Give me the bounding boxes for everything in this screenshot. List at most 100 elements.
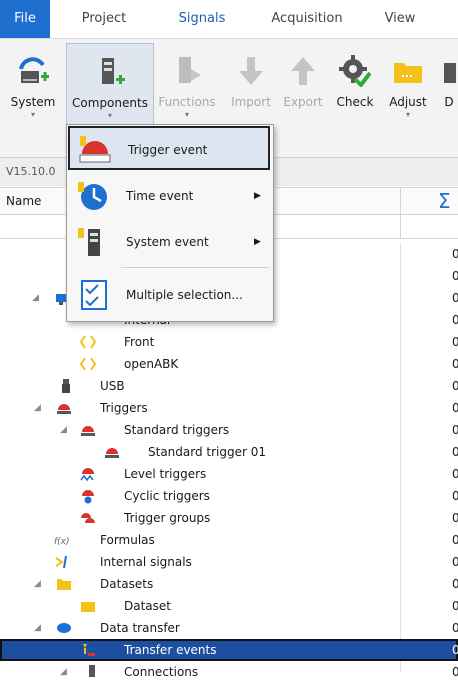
menu-separator bbox=[121, 267, 269, 268]
functions-button[interactable]: Functions ▾ bbox=[154, 43, 220, 129]
menu-item-time-event[interactable]: Time event ▶ bbox=[68, 174, 270, 218]
expander-icon[interactable]: ◢ bbox=[34, 617, 41, 639]
adjust-button[interactable]: Adjust ▾ bbox=[382, 43, 434, 129]
tab-view[interactable]: View bbox=[372, 0, 428, 38]
system-label: System bbox=[10, 95, 56, 109]
expander-icon[interactable]: ◢ bbox=[60, 661, 67, 683]
list-item[interactable]: ◢ Standard triggers 0 bbox=[0, 419, 458, 441]
chevron-down-icon: ▾ bbox=[405, 110, 410, 119]
list-item[interactable]: ◢ Datasets 0 bbox=[0, 573, 458, 595]
tab-acquisition[interactable]: Acquisition bbox=[262, 0, 352, 38]
value-cell: 0 bbox=[452, 643, 458, 657]
tab-signals[interactable]: Signals bbox=[166, 0, 238, 38]
value-cell: 0 bbox=[452, 555, 458, 569]
export-button[interactable]: Export bbox=[278, 43, 328, 129]
multi-select-icon bbox=[76, 279, 110, 311]
adjust-label: Adjust bbox=[389, 95, 427, 109]
menu-item-trigger-event[interactable]: Trigger event bbox=[68, 126, 270, 170]
expander-icon[interactable]: ◢ bbox=[32, 287, 39, 309]
tree-label: Transfer events bbox=[124, 643, 217, 657]
interface-icon bbox=[79, 356, 97, 372]
list-item[interactable]: Dataset 0 bbox=[0, 595, 458, 617]
list-item[interactable]: Internal signals 0 bbox=[0, 551, 458, 573]
arrow-down-icon bbox=[235, 55, 267, 87]
chevron-down-icon: ▾ bbox=[107, 111, 112, 120]
arrow-up-icon bbox=[287, 55, 319, 87]
tab-project[interactable]: Project bbox=[68, 0, 140, 38]
system-icon bbox=[17, 55, 49, 87]
trigger-icon bbox=[56, 400, 72, 416]
value-cell: 0 bbox=[452, 511, 458, 525]
menu-item-system-event[interactable]: System event ▶ bbox=[68, 220, 270, 264]
value-cell: 0 bbox=[452, 313, 458, 327]
clipped-icon bbox=[440, 55, 458, 87]
value-cell: 0 bbox=[452, 665, 458, 679]
value-cell: 0 bbox=[452, 423, 458, 437]
cut-off-label: D bbox=[444, 95, 454, 109]
value-cell: 0 bbox=[452, 247, 458, 261]
components-icon bbox=[94, 56, 126, 88]
cut-off-button[interactable]: D bbox=[440, 43, 458, 129]
version-text: V15.10.0 bbox=[6, 165, 56, 178]
tree-label: USB bbox=[100, 379, 125, 393]
transfer-event-icon bbox=[80, 642, 96, 658]
ribbon-tab-bar: File Project Signals Acquisition View bbox=[0, 0, 458, 38]
cyclic-trigger-icon bbox=[80, 488, 96, 504]
tree-label: Trigger groups bbox=[124, 511, 211, 525]
list-item[interactable]: Cyclic triggers 0 bbox=[0, 485, 458, 507]
connection-icon bbox=[84, 664, 100, 680]
formula-icon: f(x) bbox=[54, 532, 70, 548]
tree-label: openABK bbox=[124, 357, 179, 371]
expander-icon[interactable]: ◢ bbox=[60, 419, 67, 441]
column-divider[interactable] bbox=[400, 188, 401, 214]
tree-label: Dataset bbox=[124, 599, 171, 613]
value-cell: 0 bbox=[452, 599, 458, 613]
tree-label: Level triggers bbox=[124, 467, 207, 481]
gear-check-icon bbox=[339, 55, 372, 89]
value-cell: 0 bbox=[452, 379, 458, 393]
value-cell: 0 bbox=[452, 467, 458, 481]
list-item[interactable]: Level triggers 0 bbox=[0, 463, 458, 485]
components-button[interactable]: Components ▾ bbox=[66, 43, 154, 131]
expander-icon[interactable]: ◢ bbox=[34, 397, 41, 419]
folder-icon bbox=[80, 598, 96, 614]
value-cell: 0 bbox=[452, 445, 458, 459]
list-item[interactable]: Trigger groups 0 bbox=[0, 507, 458, 529]
usb-icon bbox=[58, 378, 74, 394]
trigger-group-icon bbox=[80, 510, 96, 526]
menu-item-label: Multiple selection... bbox=[126, 288, 243, 302]
list-item[interactable]: openABK 0 bbox=[0, 353, 458, 375]
tree-label: Standard triggers bbox=[124, 423, 230, 437]
list-item[interactable]: ◢ Connections 0 bbox=[0, 661, 458, 683]
expander-icon[interactable]: ◢ bbox=[34, 573, 41, 595]
value-cell: 0 bbox=[452, 291, 458, 305]
system-button[interactable]: System ▾ bbox=[0, 43, 66, 129]
menu-item-multiple-selection[interactable]: Multiple selection... bbox=[68, 273, 270, 317]
column-name-header[interactable]: Name bbox=[6, 194, 41, 208]
menu-item-label: Time event bbox=[126, 189, 194, 203]
check-button[interactable]: Check bbox=[330, 43, 380, 129]
components-dropdown-menu: Trigger event Time event ▶ System event … bbox=[66, 124, 274, 322]
check-label: Check bbox=[336, 95, 374, 109]
column-divider bbox=[400, 214, 401, 238]
system-event-icon bbox=[76, 226, 110, 258]
list-item[interactable]: f(x) Formulas 0 bbox=[0, 529, 458, 551]
value-cell: 0 bbox=[452, 489, 458, 503]
folder-icon bbox=[56, 576, 72, 592]
list-item[interactable]: Standard trigger 01 0 bbox=[0, 441, 458, 463]
functions-icon bbox=[171, 55, 203, 87]
list-item-selected[interactable]: Transfer events 0 bbox=[0, 639, 458, 661]
list-item[interactable]: ◢ Data transfer 0 bbox=[0, 617, 458, 639]
list-item[interactable]: ◢ Triggers 0 bbox=[0, 397, 458, 419]
tab-file[interactable]: File bbox=[0, 0, 50, 38]
value-cell: 0 bbox=[452, 335, 458, 349]
tree-label: Triggers bbox=[100, 401, 148, 415]
functions-label: Functions bbox=[158, 95, 216, 109]
svg-text:f(x): f(x) bbox=[54, 537, 70, 547]
trigger-icon bbox=[104, 444, 120, 460]
sum-icon[interactable]: Σ bbox=[438, 189, 451, 213]
list-item[interactable]: Front 0 bbox=[0, 331, 458, 353]
list-item[interactable]: USB 0 bbox=[0, 375, 458, 397]
tree-label: Front bbox=[124, 335, 155, 349]
import-button[interactable]: Import bbox=[224, 43, 278, 129]
